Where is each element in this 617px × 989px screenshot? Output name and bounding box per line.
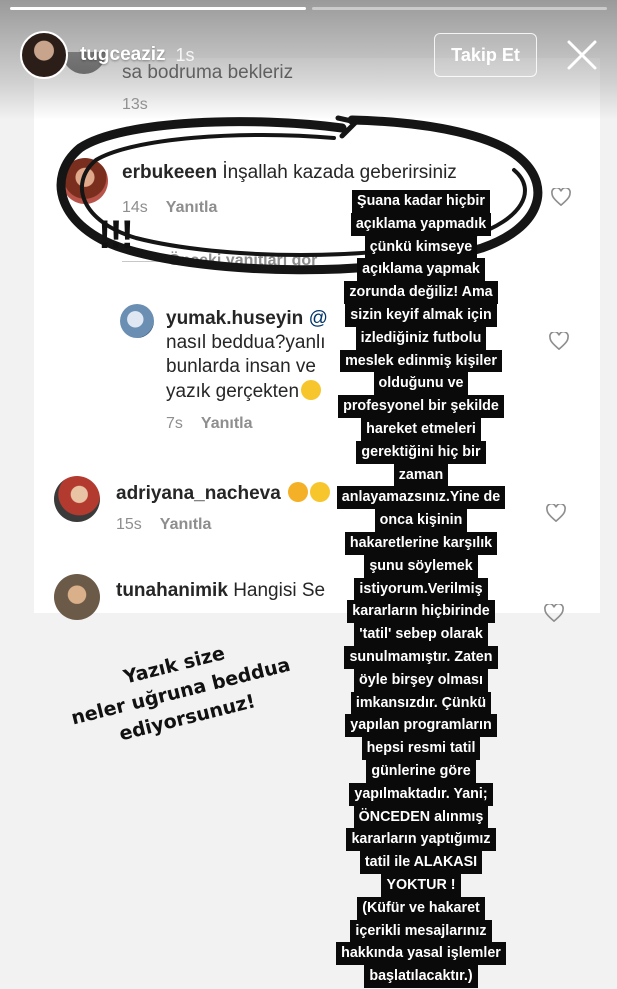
statement-line: günlerine göre bbox=[366, 759, 476, 783]
statement-text-block: Şuana kadar hiçbir açıklama yapmadık çünkü… bbox=[318, 190, 524, 988]
comment-body: adriyana_nacheva bbox=[116, 482, 331, 505]
statement-line: yapılmaktadır. Yani; bbox=[349, 782, 493, 806]
statement-line: sunulmamıştır. Zaten bbox=[344, 645, 498, 669]
statement-line: istiyorum.Verilmiş bbox=[354, 577, 488, 601]
story-username[interactable]: tugceaziz bbox=[80, 44, 166, 66]
comment-time: 15s bbox=[116, 516, 142, 533]
comment-body: yumak.huseyin @ bbox=[166, 308, 328, 330]
statement-line: tatil ile ALAKASI bbox=[359, 851, 483, 874]
statement-line: (Küfür ve hakaret bbox=[357, 896, 485, 920]
follow-button[interactable]: Takip Et bbox=[434, 33, 537, 77]
like-heart-icon[interactable] bbox=[544, 604, 564, 622]
comment-username[interactable]: yumak.huseyin bbox=[166, 308, 303, 329]
like-heart-icon[interactable] bbox=[549, 332, 569, 350]
heart-eyes-emoji-icon bbox=[288, 482, 309, 502]
like-heart-icon[interactable] bbox=[546, 504, 566, 522]
statement-line: kararların hiçbirinde bbox=[347, 600, 495, 624]
caption-text: Yazık size neler uğruna beddua ediyorsunuz… bbox=[62, 626, 300, 759]
statement-line: Şuana kadar hiçbir bbox=[352, 190, 490, 213]
statement-line: YOKTUR ! bbox=[381, 873, 461, 897]
statement-line: kararların yaptığımız bbox=[346, 828, 496, 852]
statement-line: şunu söylemek bbox=[364, 554, 478, 578]
statement-line: çünkü kimseye bbox=[364, 235, 478, 259]
statement-line: 'tatil' sebep olarak bbox=[354, 623, 488, 646]
comment-text: yazık gerçekten bbox=[166, 380, 322, 403]
comment-username[interactable]: adriyana_nacheva bbox=[116, 483, 281, 504]
statement-line: öyle birşey olması bbox=[354, 668, 488, 692]
statement-line: zorunda değiliz! Ama bbox=[344, 281, 498, 304]
comment-text: bunlarda insan ve bbox=[166, 356, 316, 377]
avatar bbox=[54, 476, 100, 522]
comment-meta: 15s Yanıtla bbox=[116, 516, 211, 534]
statement-line: zaman bbox=[393, 463, 449, 487]
avatar bbox=[120, 304, 154, 338]
story-progress bbox=[10, 7, 607, 10]
comment-meta: 7s Yanıtla bbox=[166, 415, 252, 433]
statement-line: izlediğiniz futbolu bbox=[355, 326, 487, 350]
statement-line: açıklama yapmadık bbox=[350, 212, 492, 236]
reply-button[interactable]: Yanıtla bbox=[201, 415, 253, 432]
statement-line: imkansızdır. Çünkü bbox=[350, 691, 492, 715]
comment-text: Hangisi Se bbox=[233, 580, 326, 601]
statement-line: hareket etmeleri bbox=[361, 417, 481, 441]
exclamation-marks: !!! bbox=[98, 213, 134, 257]
statement-line: meslek edinmiş kişiler bbox=[340, 349, 502, 373]
statement-line: açıklama yapmak bbox=[357, 258, 485, 282]
reply-button[interactable]: Yanıtla bbox=[160, 516, 212, 533]
story-time: 1s bbox=[175, 44, 195, 65]
avatar[interactable] bbox=[20, 31, 68, 79]
statement-line: hepsi resmi tatil bbox=[361, 737, 481, 760]
statement-line: anlayamazsınız.Yine de bbox=[336, 486, 506, 510]
comment-username[interactable]: tunahanimik bbox=[116, 580, 228, 601]
comment-body: tunahanimik Hangisi Se bbox=[116, 580, 325, 602]
progress-segment bbox=[311, 7, 607, 10]
statement-line: gerektiğini hiç bir bbox=[356, 440, 486, 464]
statement-line: hakkında yasal işlemler bbox=[336, 942, 506, 966]
like-heart-icon[interactable] bbox=[551, 188, 571, 206]
statement-line: hakaretlerine karşılık bbox=[344, 531, 498, 555]
story-viewer[interactable]: sa bodruma bekleriz 13s erbukeeen İnşall… bbox=[0, 0, 617, 989]
statement-line: sizin keyif almak için bbox=[345, 303, 497, 327]
statement-line: ÖNCEDEN alınmış bbox=[353, 805, 489, 829]
comment-time: 7s bbox=[166, 415, 183, 432]
close-icon[interactable] bbox=[563, 36, 601, 74]
statement-line: olduğunu ve bbox=[373, 372, 469, 396]
statement-line: başlatılacaktır.) bbox=[364, 965, 478, 988]
statement-line: profesyonel bir şekilde bbox=[338, 395, 504, 418]
statement-line: yapılan programların bbox=[345, 714, 497, 738]
statement-line: onca kişinin bbox=[374, 509, 468, 532]
statement-line: içerikli mesajlarınız bbox=[350, 919, 492, 943]
comment-text: nasıl beddua?yanlı bbox=[166, 332, 326, 353]
story-header: tugceaziz 1s Takip Et bbox=[20, 30, 601, 80]
progress-segment bbox=[10, 7, 306, 10]
avatar bbox=[54, 574, 100, 620]
